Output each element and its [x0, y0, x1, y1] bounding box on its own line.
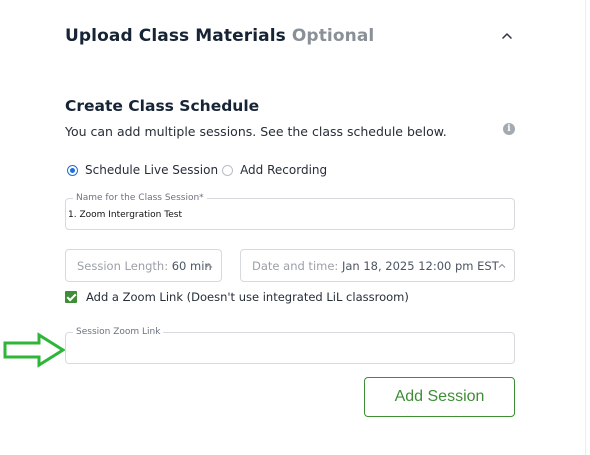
session-name-value[interactable]: 1. Zoom Intergration Test	[68, 210, 182, 220]
chevron-up-icon[interactable]	[498, 27, 516, 45]
info-icon[interactable]: i	[503, 123, 515, 135]
upload-materials-header[interactable]: Upload Class Materials Optional	[65, 26, 525, 50]
chevron-up-icon	[205, 263, 213, 268]
zoom-link-checkbox-label[interactable]: Add a Zoom Link (Doesn't use integrated …	[86, 290, 409, 304]
schedule-live-session-radio[interactable]	[67, 164, 78, 176]
add-recording-label[interactable]: Add Recording	[240, 163, 327, 177]
date-time-label: Date and time:	[252, 259, 339, 273]
zoom-link-checkbox-row: Add a Zoom Link (Doesn't use integrated …	[65, 290, 409, 304]
schedule-description: You can add multiple sessions. See the c…	[65, 124, 447, 139]
session-zoom-link-label: Session Zoom Link	[73, 327, 164, 338]
schedule-live-session-label[interactable]: Schedule Live Session	[85, 163, 218, 177]
date-time-value: Jan 18, 2025 12:00 pm EST	[341, 259, 499, 273]
session-name-label: Name for the Class Session*	[73, 193, 207, 204]
add-session-button[interactable]: Add Session	[364, 377, 515, 417]
upload-materials-title-text: Upload Class Materials	[65, 26, 286, 46]
upload-materials-title: Upload Class Materials Optional	[65, 26, 374, 46]
chevron-up-icon	[498, 263, 506, 268]
session-type-radio-group: Schedule Live Session Add Recording	[67, 162, 327, 178]
session-length-label: Session Length:	[77, 259, 169, 273]
optional-tag: Optional	[291, 26, 375, 46]
schedule-title: Create Class Schedule	[65, 97, 260, 115]
session-zoom-link-field[interactable]: Session Zoom Link	[65, 327, 515, 364]
session-length-select[interactable]: Session Length: 60 min	[65, 249, 222, 282]
arrow-right-icon	[3, 332, 66, 368]
date-time-select[interactable]: Date and time: Jan 18, 2025 12:00 pm EST	[240, 249, 515, 282]
zoom-link-checkbox[interactable]	[65, 291, 77, 303]
add-recording-radio[interactable]	[222, 164, 234, 176]
session-name-field[interactable]: Name for the Class Session* 1. Zoom Inte…	[65, 193, 515, 230]
panel-divider	[585, 0, 586, 455]
